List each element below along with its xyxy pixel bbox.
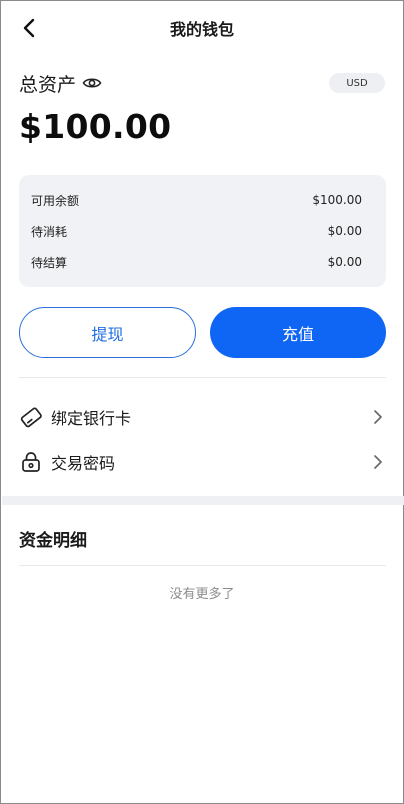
total-assets-header: 总资产 bbox=[19, 71, 102, 96]
chevron-right-icon bbox=[374, 410, 382, 424]
balance-row-available: 可用余额 $100.00 bbox=[31, 190, 362, 210]
divider bbox=[19, 377, 386, 378]
chevron-right-icon bbox=[374, 455, 382, 469]
balance-row-pending-settle: 待结算 $0.00 bbox=[31, 252, 362, 272]
divider bbox=[19, 565, 386, 566]
section-separator bbox=[2, 496, 404, 505]
balance-row-pending-consume: 待消耗 $0.00 bbox=[31, 221, 362, 241]
total-assets-amount: $100.00 bbox=[19, 107, 172, 146]
page-title: 我的钱包 bbox=[169, 20, 234, 39]
currency-badge[interactable]: USD bbox=[329, 73, 385, 93]
empty-list-text: 没有更多了 bbox=[169, 587, 235, 602]
top-bar: 我的钱包 bbox=[1, 1, 403, 53]
menu-item-bind-bank-card[interactable]: 绑定银行卡 bbox=[19, 400, 386, 434]
menu-item-label: 交易密码 bbox=[51, 454, 116, 473]
menu-item-label: 绑定银行卡 bbox=[51, 409, 132, 428]
toggle-visibility-button[interactable] bbox=[82, 75, 102, 91]
eye-icon bbox=[82, 78, 102, 88]
withdraw-button[interactable]: 提现 bbox=[19, 307, 196, 358]
recharge-button[interactable]: 充值 bbox=[210, 307, 386, 358]
balance-value: $0.00 bbox=[327, 255, 362, 269]
balance-label: 待消耗 bbox=[31, 224, 68, 239]
balance-value: $0.00 bbox=[327, 224, 362, 238]
balance-label: 可用余额 bbox=[31, 193, 80, 208]
fund-details-title: 资金明细 bbox=[19, 531, 87, 551]
balance-value: $100.00 bbox=[312, 193, 362, 207]
wallet-screen: 我的钱包 总资产 USD $100.00 可用余额 $100.00 待消耗 $0… bbox=[0, 0, 404, 804]
balance-card: 可用余额 $100.00 待消耗 $0.00 待结算 $0.00 bbox=[19, 175, 386, 287]
total-assets-label: 总资产 bbox=[19, 73, 77, 96]
balance-label: 待结算 bbox=[31, 255, 68, 270]
menu-item-trade-password[interactable]: 交易密码 bbox=[19, 445, 386, 479]
lock-icon bbox=[19, 450, 43, 474]
bank-card-icon bbox=[19, 405, 43, 429]
